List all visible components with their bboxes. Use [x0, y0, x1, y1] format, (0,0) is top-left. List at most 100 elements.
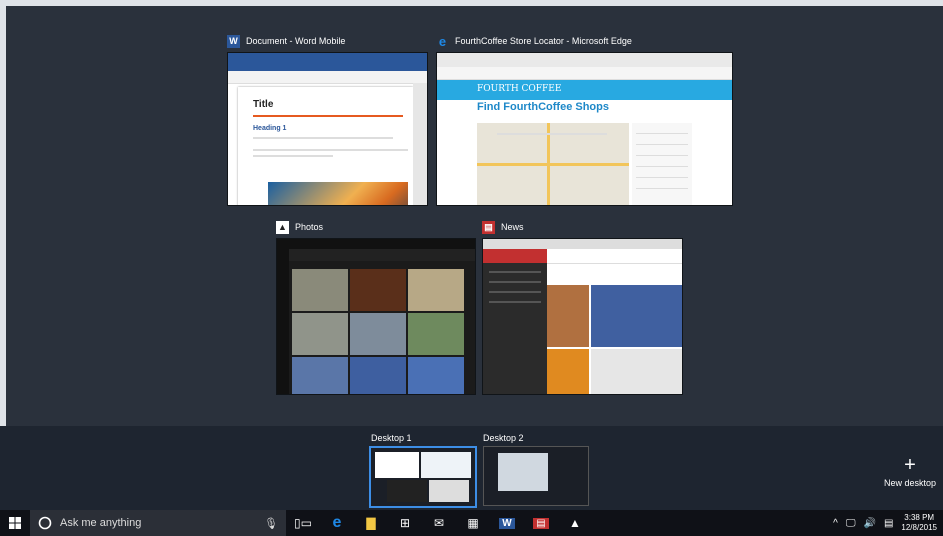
word-window[interactable]: W Document - Word Mobile Title Heading 1	[227, 30, 428, 210]
news-nav-item	[489, 281, 541, 283]
word-side-panel	[413, 83, 427, 205]
mini-window	[429, 480, 469, 502]
photo-tile	[292, 357, 348, 394]
system-tray: ^ 🖵 🔊 ▤ 3:38 PM 12/8/2015	[833, 513, 943, 533]
taskbar: Ask me anything 🎙 ▯▭ e ▇ ⊞ ✉ ▦ W ▤ ▲ ^ 🖵…	[0, 510, 943, 536]
mail-icon[interactable]: ✉	[422, 510, 456, 536]
news-window-title[interactable]: ▤ News	[482, 216, 524, 238]
doc-text-line	[253, 155, 333, 157]
mini-window	[498, 453, 548, 491]
mini-window	[387, 480, 427, 502]
word-thumbnail[interactable]: Title Heading 1	[227, 52, 428, 206]
mini-window	[421, 452, 471, 478]
volume-icon[interactable]: 🔊	[864, 518, 876, 529]
store-list-item	[636, 170, 688, 178]
site-heading: Find FourthCoffee Shops	[477, 101, 609, 113]
new-desktop-label: New desktop	[883, 478, 937, 488]
file-explorer-icon[interactable]: ▇	[354, 510, 388, 536]
store-list-item	[636, 126, 688, 134]
doc-text-line	[253, 149, 408, 151]
news-header	[547, 249, 682, 264]
store-list	[632, 123, 692, 205]
store-list-item	[636, 137, 688, 145]
edge-icon[interactable]: e	[320, 510, 354, 536]
photos-icon[interactable]: ▲	[558, 510, 592, 536]
windows-logo-icon	[9, 517, 21, 529]
window-title-text: News	[501, 222, 524, 232]
desktop-1-label: Desktop 1	[371, 433, 412, 443]
search-placeholder: Ask me anything	[60, 517, 142, 529]
photo-tile	[408, 269, 464, 311]
news-tile	[547, 285, 589, 347]
store-map	[477, 123, 629, 205]
photos-window-title[interactable]: ▲ Photos	[276, 216, 323, 238]
photos-title-bar	[277, 239, 475, 249]
news-nav-item	[489, 291, 541, 293]
photo-grid	[292, 269, 464, 394]
news-nav-item	[489, 271, 541, 273]
plus-icon: +	[904, 454, 916, 476]
left-edge	[0, 0, 6, 426]
photos-thumbnail[interactable]	[276, 238, 476, 395]
store-list-item	[636, 159, 688, 167]
photo-tile	[350, 357, 406, 394]
site-header: FOURTH COFFEE	[437, 80, 732, 100]
clock-time: 3:38 PM	[904, 513, 935, 522]
edge-tab-strip	[437, 53, 732, 67]
microphone-icon[interactable]: 🎙	[264, 517, 278, 530]
news-icon[interactable]: ▤	[524, 510, 558, 536]
word-icon[interactable]: W	[490, 510, 524, 536]
edge-window[interactable]: e FourthCoffee Store Locator - Microsoft…	[436, 30, 733, 210]
map-road	[547, 123, 550, 205]
window-title-text: Document - Word Mobile	[246, 36, 346, 46]
doc-title-underline	[253, 115, 403, 117]
top-edge	[0, 0, 943, 6]
start-button[interactable]	[0, 510, 30, 536]
news-thumbnail[interactable]	[482, 238, 683, 395]
edge-thumbnail[interactable]: FOURTH COFFEE Find FourthCoffee Shops	[436, 52, 733, 206]
doc-text-line	[253, 137, 393, 139]
network-icon[interactable]: 🖵	[846, 518, 856, 529]
news-window[interactable]: ▤ News	[482, 216, 683, 396]
edge-window-title[interactable]: e FourthCoffee Store Locator - Microsoft…	[436, 30, 632, 52]
doc-image	[268, 182, 408, 205]
news-title-bar	[483, 239, 682, 249]
clock-date: 12/8/2015	[901, 523, 937, 532]
window-title-text: Photos	[295, 222, 324, 232]
mini-window	[375, 452, 419, 478]
action-center-icon[interactable]: ▤	[884, 518, 893, 529]
new-desktop-button[interactable]: + New desktop	[880, 454, 940, 488]
store-icon[interactable]: ⊞	[388, 510, 422, 536]
news-tile	[591, 349, 682, 394]
chevron-up-icon[interactable]: ^	[833, 518, 838, 529]
clock[interactable]: 3:38 PM 12/8/2015	[901, 513, 937, 533]
store-list-item	[636, 181, 688, 189]
cortana-icon	[38, 516, 52, 530]
store-list-item	[636, 148, 688, 156]
word-icon: W	[227, 34, 240, 48]
desktop-2-label: Desktop 2	[483, 433, 524, 443]
photo-tile	[350, 313, 406, 355]
edge-address-bar	[437, 67, 732, 80]
cortana-search-box[interactable]: Ask me anything 🎙	[30, 510, 286, 536]
news-nav-item	[489, 301, 541, 303]
calendar-icon[interactable]: ▦	[456, 510, 490, 536]
word-window-title[interactable]: W Document - Word Mobile	[227, 30, 345, 52]
photos-icon: ▲	[276, 220, 289, 234]
desktop-2-thumbnail[interactable]	[483, 446, 589, 506]
map-road	[477, 163, 629, 166]
map-road	[497, 133, 607, 135]
task-view-icon[interactable]: ▯▭	[286, 510, 320, 536]
photos-nav-rail	[277, 249, 289, 394]
photos-window[interactable]: ▲ Photos	[276, 216, 476, 396]
photos-collection-bar	[277, 249, 475, 261]
news-icon: ▤	[482, 220, 495, 234]
word-ribbon	[228, 53, 427, 71]
photo-tile	[408, 357, 464, 394]
word-document-page: Title Heading 1	[238, 87, 413, 205]
desktop-1-thumbnail[interactable]	[369, 446, 477, 508]
doc-heading: Heading 1	[253, 125, 287, 132]
photo-tile	[292, 269, 348, 311]
edge-icon: e	[438, 33, 447, 49]
window-title-text: FourthCoffee Store Locator - Microsoft E…	[455, 36, 632, 46]
